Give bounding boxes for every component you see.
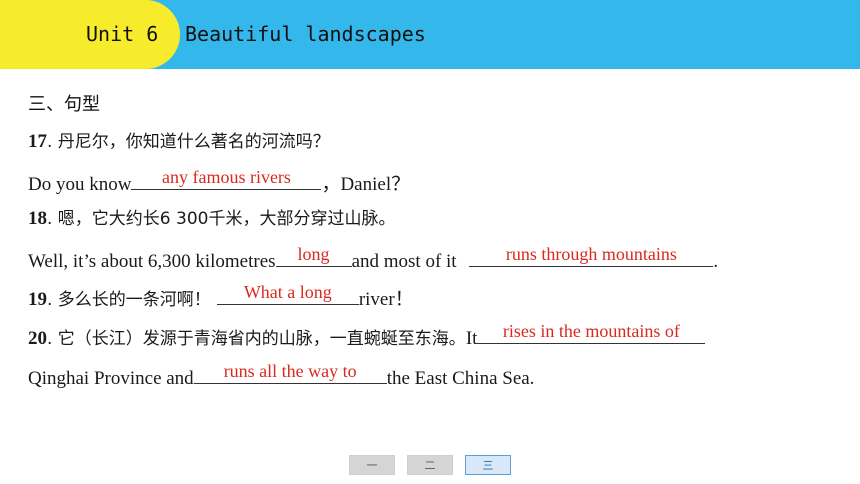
question-19: 19. 多么长的一条河啊！ What a long river！ — [28, 282, 414, 312]
question-20-line2: Qinghai Province and runs all the way to t… — [28, 361, 535, 391]
answer-blank: long — [275, 244, 352, 267]
sentence-text: It — [465, 328, 478, 349]
question-number: 17 — [28, 131, 47, 152]
question-18-cn: 18. 嗯，它大约长6 300千米，大部分穿过山脉。 — [28, 207, 395, 231]
question-number: 20 — [28, 328, 47, 349]
unit-label: Unit 6 — [86, 22, 159, 46]
question-chinese: . 丹尼尔，你知道什么著名的河流吗？ — [47, 132, 330, 152]
answer-blank: runs all the way to — [193, 361, 387, 384]
answer-text: any famous rivers — [161, 167, 291, 187]
sentence-text: the East China Sea. — [386, 368, 535, 389]
nav-section-1-button[interactable]: 一 — [349, 455, 395, 475]
answer-blank: any famous rivers — [131, 167, 322, 190]
question-number: 18 — [28, 208, 47, 229]
header-bar: Unit 6 Beautiful landscapes — [0, 0, 860, 69]
sentence-text: and most of it — [351, 251, 462, 272]
answer-text: rises in the mountains of — [502, 321, 680, 341]
question-chinese: . 多么长的一条河啊！ — [47, 290, 211, 310]
lesson-title: Beautiful landscapes — [185, 22, 426, 46]
question-17-en: Do you know any famous rivers ，Daniel？ — [28, 167, 411, 197]
question-chinese: . 它（长江）发源于青海省内的山脉，一直蜿蜒至东海。 — [47, 329, 466, 349]
answer-text: runs all the way to — [223, 361, 357, 381]
answer-blank: rises in the mountains of — [477, 321, 706, 344]
sentence-text: Well, it’s about 6,300 kilometres — [28, 251, 276, 272]
answer-text: What a long — [243, 282, 332, 302]
nav-section-2-button[interactable]: 二 — [407, 455, 453, 475]
answer-text: runs through mountains — [505, 244, 677, 264]
sentence-text: river！ — [358, 289, 414, 310]
nav-section-3-button[interactable]: 三 — [465, 455, 511, 475]
question-20: 20. 它（长江）发源于青海省内的山脉，一直蜿蜒至东海。It rises in t… — [28, 321, 706, 351]
sentence-text: . — [713, 251, 719, 272]
question-number: 19 — [28, 289, 47, 310]
answer-blank: What a long — [216, 282, 359, 305]
sentence-text: ，Daniel？ — [321, 174, 411, 195]
section-title: 三、句型 — [28, 94, 100, 115]
sentence-text: Do you know — [28, 174, 132, 195]
question-18-en: Well, it’s about 6,300 kilometres long and… — [28, 244, 719, 274]
sentence-text: Qinghai Province and — [28, 368, 194, 389]
answer-blank: runs through mountains — [469, 244, 714, 267]
header-title: Unit 6 Beautiful landscapes — [86, 22, 426, 46]
question-chinese: . 嗯，它大约长6 300千米，大部分穿过山脉。 — [47, 209, 396, 229]
question-17-cn: 17. 丹尼尔，你知道什么著名的河流吗？ — [28, 130, 330, 154]
answer-text: long — [297, 244, 330, 264]
